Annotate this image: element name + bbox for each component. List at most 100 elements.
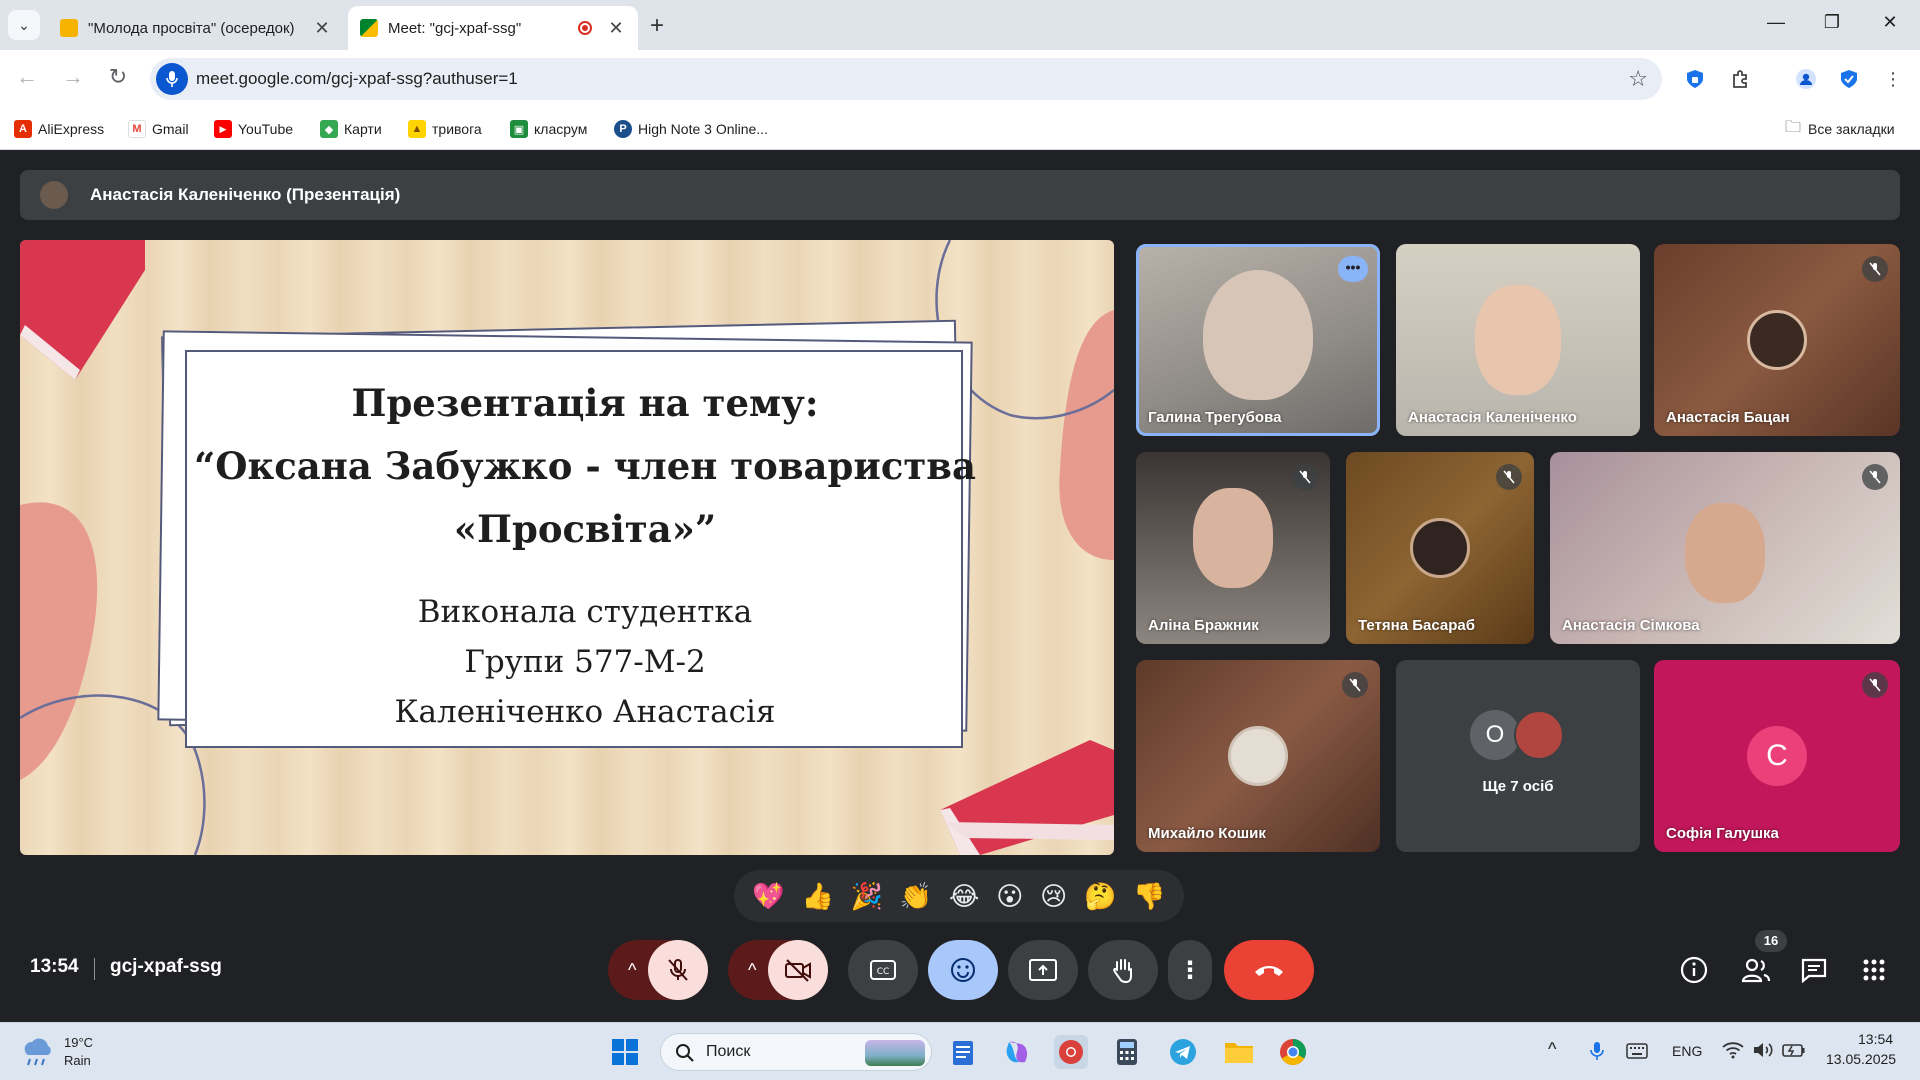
people-button[interactable] — [1738, 952, 1774, 988]
reactions-button[interactable] — [928, 940, 998, 1000]
notepad-icon[interactable] — [946, 1035, 980, 1069]
participant-name: Анастасія Бацан — [1666, 409, 1790, 426]
keyboard-icon[interactable] — [1626, 1043, 1648, 1064]
bookmark-label: AliExpress — [38, 121, 105, 137]
meeting-details-button[interactable] — [1676, 952, 1712, 988]
avatar: О — [1470, 710, 1520, 760]
rain-cloud-icon — [24, 1038, 51, 1066]
bookmark-label: High Note 3 Online... — [638, 121, 768, 137]
reaction-clap[interactable]: 👏 — [900, 881, 932, 912]
camera-control[interactable]: ^ — [728, 940, 828, 1000]
leave-call-button[interactable] — [1224, 940, 1314, 1000]
battery-icon[interactable] — [1782, 1041, 1806, 1064]
reaction-sad[interactable]: 😢 — [1040, 881, 1067, 912]
bookmark-highnote[interactable]: P High Note 3 Online... — [614, 120, 768, 138]
present-button[interactable] — [1008, 940, 1078, 1000]
telegram-icon[interactable] — [1166, 1035, 1200, 1069]
participant-tile[interactable]: Анастасія Бацан — [1654, 244, 1900, 436]
close-window-button[interactable]: ✕ — [1878, 12, 1902, 33]
clock-date[interactable]: 13.05.2025 — [1826, 1051, 1896, 1067]
bookmark-label: Gmail — [152, 121, 189, 137]
muted-mic-icon — [1292, 464, 1318, 490]
muted-mic-icon — [1862, 672, 1888, 698]
close-tab-icon[interactable]: ✕ — [606, 18, 626, 39]
extensions-puzzle-icon[interactable] — [1728, 66, 1754, 92]
microphone-icon[interactable] — [156, 63, 188, 95]
reaction-thumbs-down[interactable]: 👎 — [1133, 881, 1165, 912]
new-tab-button[interactable]: + — [650, 12, 664, 40]
bookmark-aliexpress[interactable]: A AliExpress — [14, 120, 104, 138]
folder-icon: 🗀 — [1784, 118, 1801, 136]
participant-name: Тетяна Басараб — [1358, 617, 1475, 634]
bookmark-alarm[interactable]: ▲ тривога — [408, 120, 482, 138]
back-arrow-icon[interactable]: ← — [12, 64, 42, 90]
address-bar[interactable]: meet.google.com/gcj-xpaf-ssg?authuser=1 … — [150, 58, 1662, 100]
minimize-button[interactable]: — — [1764, 12, 1788, 33]
avatar — [1410, 518, 1470, 578]
volume-icon[interactable] — [1752, 1041, 1774, 1064]
chat-button[interactable] — [1796, 952, 1832, 988]
language-indicator[interactable]: ENG — [1672, 1043, 1702, 1059]
chevron-up-icon[interactable]: ^ — [1548, 1039, 1556, 1060]
reload-icon[interactable]: ↻ — [103, 64, 133, 90]
tab-molodaprosvita[interactable]: "Молода просвіта" (осередок) ✕ — [48, 6, 344, 50]
reaction-laugh[interactable]: 😂 — [949, 881, 979, 912]
wifi-icon[interactable] — [1722, 1041, 1744, 1064]
participant-tile[interactable]: ••• Галина Трегубова — [1136, 244, 1380, 436]
bookmark-youtube[interactable]: ▶ YouTube — [214, 120, 293, 138]
participant-tile[interactable]: С Софія Галушка — [1654, 660, 1900, 852]
clock-time[interactable]: 13:54 — [1858, 1031, 1893, 1047]
microphone-icon[interactable] — [1590, 1041, 1604, 1066]
windows-start-icon[interactable] — [608, 1035, 642, 1069]
copilot-icon[interactable] — [1000, 1035, 1034, 1069]
more-options-button[interactable]: ⋮ — [1168, 940, 1212, 1000]
bookmark-classroom[interactable]: ▣ класрум — [510, 120, 587, 138]
more-participants-tile[interactable]: О Ще 7 осіб — [1396, 660, 1640, 852]
all-bookmarks[interactable]: 🗀 Все закладки — [1784, 118, 1895, 138]
reaction-thinking[interactable]: 🤔 — [1084, 881, 1116, 912]
activities-button[interactable] — [1856, 952, 1892, 988]
chrome-icon[interactable] — [1276, 1035, 1310, 1069]
mic-control[interactable]: ^ — [608, 940, 708, 1000]
tab-title: "Молода просвіта" (осередок) — [88, 19, 295, 37]
taskbar-search[interactable]: Поиск — [660, 1033, 932, 1071]
profile-icon[interactable] — [1793, 66, 1819, 92]
raise-hand-button[interactable] — [1088, 940, 1158, 1000]
chevron-up-icon[interactable]: ^ — [748, 960, 756, 981]
participant-tile[interactable]: Михайло Кошик — [1136, 660, 1380, 852]
participant-tile[interactable]: Тетяна Басараб — [1346, 452, 1534, 644]
bookmark-label: Карти — [344, 121, 382, 137]
tab-search-button[interactable]: ⌄ — [8, 10, 40, 40]
reaction-party[interactable]: 🎉 — [851, 881, 883, 912]
forward-arrow-icon[interactable]: → — [58, 64, 88, 90]
participant-tile[interactable]: Анастасія Сімкова — [1550, 452, 1900, 644]
close-tab-icon[interactable]: ✕ — [312, 18, 332, 39]
meeting-code: gcj-xpaf-ssg — [110, 956, 222, 977]
file-explorer-icon[interactable] — [1222, 1035, 1256, 1069]
participant-tile[interactable]: Аліна Бражник — [1136, 452, 1330, 644]
maps-icon: ◆ — [320, 120, 338, 138]
mic-toggle-button[interactable] — [648, 940, 708, 1000]
reaction-surprised[interactable]: 😮 — [996, 881, 1023, 912]
bookmark-label: YouTube — [238, 121, 294, 137]
captions-button[interactable]: CC — [848, 940, 918, 1000]
slide-subtitle: Виконала студентка Групи 577-М-2 Каленіч… — [185, 587, 985, 737]
chevron-up-icon[interactable]: ^ — [628, 960, 636, 981]
bookmark-star-icon[interactable]: ☆ — [1628, 66, 1648, 92]
maximize-button[interactable]: ❐ — [1820, 12, 1844, 33]
camera-toggle-button[interactable] — [768, 940, 828, 1000]
chrome-dev-icon[interactable] — [1054, 1035, 1088, 1069]
reaction-thumbs-up[interactable]: 👍 — [802, 881, 834, 912]
slide-title: Презентація на тему: “Оксана Забужко - ч… — [185, 372, 985, 561]
participant-tile[interactable]: Анастасія Каленіченко — [1396, 244, 1640, 436]
extension-shield-icon[interactable] — [1682, 66, 1708, 92]
security-shield-icon[interactable] — [1836, 66, 1862, 92]
calculator-icon[interactable] — [1110, 1035, 1144, 1069]
bookmark-maps[interactable]: ◆ Карти — [320, 120, 382, 138]
reaction-heart[interactable]: 💖 — [752, 881, 784, 912]
menu-kebab-icon[interactable]: ⋮ — [1880, 66, 1906, 92]
bookmark-gmail[interactable]: M Gmail — [128, 120, 189, 138]
more-options-icon[interactable]: ••• — [1338, 256, 1368, 282]
meeting-clock: 13:54 — [30, 956, 79, 977]
tab-meet[interactable]: Meet: "gcj-xpaf-ssg" ✕ — [348, 6, 638, 50]
